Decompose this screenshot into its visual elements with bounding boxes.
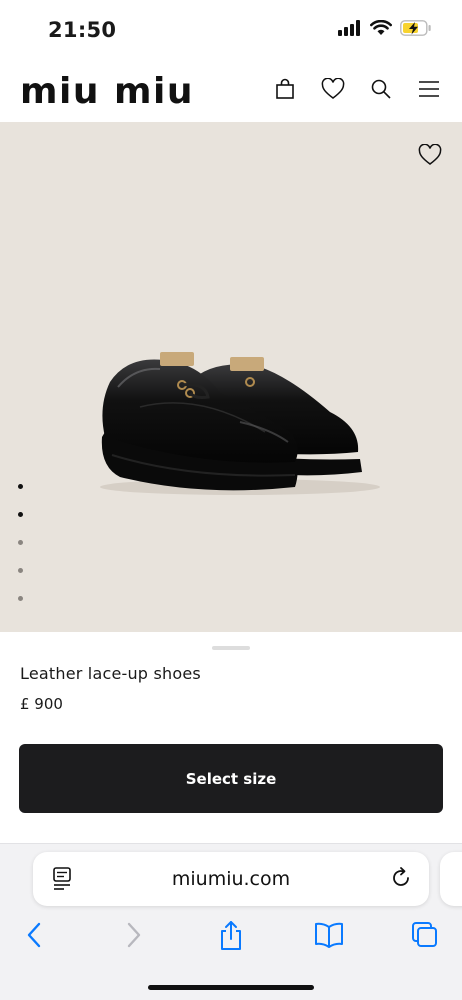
carousel-dot[interactable]: [18, 484, 23, 489]
select-size-button[interactable]: Select size: [19, 744, 443, 813]
bookmarks-icon[interactable]: [313, 920, 345, 955]
next-tab-peek[interactable]: [440, 852, 462, 906]
carousel-dot[interactable]: [18, 512, 23, 517]
wifi-icon: [370, 20, 392, 35]
site-header: miu miu: [0, 62, 462, 122]
carousel-dot[interactable]: [18, 596, 23, 601]
status-icons: [338, 20, 432, 36]
carousel-dots: [18, 484, 23, 601]
status-time: 21:50: [48, 18, 117, 42]
product-price: £ 900: [20, 695, 63, 713]
shoe-illustration: [100, 352, 380, 495]
bag-icon[interactable]: [272, 76, 298, 102]
menu-icon[interactable]: [416, 76, 442, 102]
tabs-icon[interactable]: [410, 920, 440, 955]
add-to-wishlist-heart-icon[interactable]: [418, 143, 442, 171]
forward-icon[interactable]: [122, 920, 144, 955]
heart-icon[interactable]: [320, 76, 346, 102]
brand-logo[interactable]: miu miu: [20, 70, 200, 115]
url-text: miumiu.com: [171, 868, 291, 890]
reload-icon[interactable]: [389, 866, 413, 895]
share-icon[interactable]: [217, 920, 245, 957]
signal-icon: [338, 20, 360, 36]
browser-toolbar: [0, 920, 462, 960]
product-name: Leather lace-up shoes: [20, 664, 201, 683]
back-icon[interactable]: [24, 920, 46, 955]
home-indicator: [148, 985, 314, 990]
brand-logo-text: miu miu: [20, 71, 194, 110]
battery-charging-icon: [400, 20, 431, 36]
browser-bottom-bar: miumiu.com: [0, 843, 462, 1000]
address-bar[interactable]: miumiu.com: [33, 852, 429, 906]
search-icon[interactable]: [368, 76, 394, 102]
status-bar: 21:50: [0, 0, 462, 62]
carousel-dot[interactable]: [18, 568, 23, 573]
product-image[interactable]: [0, 122, 462, 632]
carousel-dot[interactable]: [18, 540, 23, 545]
sheet-grabber[interactable]: [212, 646, 250, 650]
